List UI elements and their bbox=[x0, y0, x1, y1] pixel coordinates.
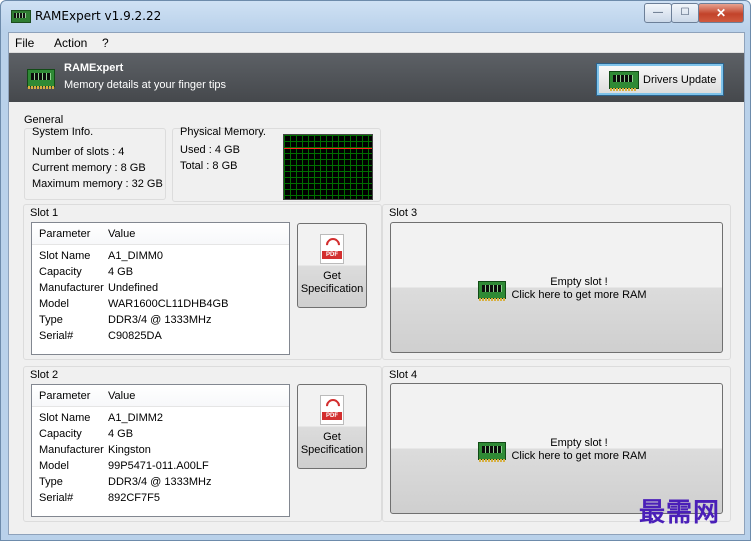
param-capacity: Capacity bbox=[39, 266, 82, 278]
parameter-header[interactable]: Parameter bbox=[39, 390, 90, 402]
slot-2-get-specification-button[interactable]: PDF Get Specification bbox=[297, 384, 367, 469]
memory-usage-graph bbox=[283, 134, 373, 200]
spec-label-line2: Specification bbox=[300, 444, 364, 456]
menu-bar: File Action ? bbox=[9, 33, 744, 53]
param-serial: Serial# bbox=[39, 492, 74, 504]
slot-3-empty-button[interactable]: Empty slot ! Click here to get more RAM bbox=[390, 222, 723, 353]
header-subtitle: Memory details at your finger tips bbox=[64, 79, 227, 91]
memory-used: Used : 4 GB bbox=[180, 144, 240, 156]
maximize-button[interactable]: ☐ bbox=[671, 3, 699, 23]
ram-icon bbox=[478, 281, 506, 301]
memory-usage-line bbox=[284, 148, 372, 149]
param-slot-name: Slot Name bbox=[39, 250, 91, 262]
pdf-badge: PDF bbox=[322, 251, 342, 259]
minimize-button[interactable]: — bbox=[644, 3, 672, 23]
slot-4-empty-text: Empty slot ! Click here to get more RAM bbox=[509, 437, 649, 463]
watermark-logo: 最需网 bbox=[639, 498, 721, 528]
client-area: File Action ? RAMExpert Memory details a… bbox=[8, 32, 745, 535]
value-header[interactable]: Value bbox=[108, 390, 135, 402]
slot-4-label: Slot 4 bbox=[389, 369, 418, 381]
value-manufacturer: Undefined bbox=[108, 282, 159, 294]
window-title: RAMExpert v1.9.2.22 bbox=[35, 9, 162, 23]
memory-total: Total : 8 GB bbox=[180, 160, 238, 172]
drivers-ram-icon bbox=[609, 71, 639, 91]
general-label: General bbox=[24, 114, 64, 126]
value-serial: C90825DA bbox=[108, 330, 162, 342]
slot-3-empty-text: Empty slot ! Click here to get more RAM bbox=[509, 276, 649, 302]
spec-label: Get Specification bbox=[298, 270, 366, 296]
window-controls: — ☐ ✕ bbox=[644, 3, 744, 23]
table-header: Parameter Value bbox=[32, 223, 289, 245]
param-manufacturer: Manufacturer bbox=[39, 444, 104, 456]
param-slot-name: Slot Name bbox=[39, 412, 91, 424]
slot-3-label: Slot 3 bbox=[389, 207, 418, 219]
drivers-update-label: Drivers Update bbox=[643, 74, 717, 86]
value-type: DDR3/4 @ 1333MHz bbox=[108, 476, 212, 488]
system-info-group: System Info. Number of slots : 4 Current… bbox=[24, 126, 166, 200]
pdf-icon: PDF bbox=[320, 234, 344, 264]
slot-2-label: Slot 2 bbox=[30, 369, 59, 381]
pdf-icon: PDF bbox=[320, 395, 344, 425]
value-model: 99P5471-011.A00LF bbox=[108, 460, 209, 472]
param-model: Model bbox=[39, 460, 69, 472]
physical-memory-label: Physical Memory. bbox=[180, 126, 266, 138]
close-button[interactable]: ✕ bbox=[698, 3, 744, 23]
table-header: Parameter Value bbox=[32, 385, 289, 407]
spec-label: Get Specification bbox=[298, 431, 366, 457]
parameter-header[interactable]: Parameter bbox=[39, 228, 90, 240]
value-capacity: 4 GB bbox=[108, 266, 134, 278]
menu-file[interactable]: File bbox=[15, 36, 34, 50]
empty-slot-line2: Click here to get more RAM bbox=[511, 289, 647, 301]
param-manufacturer: Manufacturer bbox=[39, 282, 104, 294]
slots-count: Number of slots : 4 bbox=[32, 146, 125, 158]
app-header: RAMExpert Memory details at your finger … bbox=[9, 53, 744, 102]
system-info-label: System Info. bbox=[32, 126, 94, 138]
param-type: Type bbox=[39, 476, 63, 488]
drivers-update-button[interactable]: Drivers Update bbox=[596, 63, 724, 96]
value-type: DDR3/4 @ 1333MHz bbox=[108, 314, 212, 326]
ram-icon bbox=[478, 442, 506, 462]
title-bar[interactable]: RAMExpert v1.9.2.22 — ☐ ✕ bbox=[1, 1, 750, 31]
header-title: RAMExpert bbox=[64, 62, 124, 74]
app-window: RAMExpert v1.9.2.22 — ☐ ✕ File Action ? … bbox=[0, 0, 751, 541]
value-header[interactable]: Value bbox=[108, 228, 135, 240]
param-model: Model bbox=[39, 298, 69, 310]
spec-label-line1: Get bbox=[323, 431, 341, 443]
spec-label-line1: Get bbox=[323, 270, 341, 282]
slot-1-details-table[interactable]: Parameter Value Slot Name A1_DIMM0 Capac… bbox=[31, 222, 290, 355]
value-slot-name: A1_DIMM0 bbox=[108, 250, 164, 262]
slot-1-label: Slot 1 bbox=[30, 207, 59, 219]
empty-slot-line1: Empty slot ! bbox=[550, 276, 608, 288]
ram-icon bbox=[27, 69, 55, 89]
slot-2-details-table[interactable]: Parameter Value Slot Name A1_DIMM2 Capac… bbox=[31, 384, 290, 517]
menu-action[interactable]: Action bbox=[54, 36, 87, 50]
value-serial: 892CF7F5 bbox=[108, 492, 160, 504]
param-serial: Serial# bbox=[39, 330, 74, 342]
spec-label-line2: Specification bbox=[300, 283, 364, 295]
maximum-memory: Maximum memory : 32 GB bbox=[32, 178, 163, 190]
param-capacity: Capacity bbox=[39, 428, 82, 440]
slot-1-get-specification-button[interactable]: PDF Get Specification bbox=[297, 223, 367, 308]
app-ram-icon bbox=[11, 10, 31, 23]
current-memory: Current memory : 8 GB bbox=[32, 162, 146, 174]
value-capacity: 4 GB bbox=[108, 428, 134, 440]
empty-slot-line1: Empty slot ! bbox=[550, 437, 608, 449]
param-type: Type bbox=[39, 314, 63, 326]
menu-help[interactable]: ? bbox=[102, 36, 109, 50]
empty-slot-line2: Click here to get more RAM bbox=[511, 450, 647, 462]
value-model: WAR1600CL11DHB4GB bbox=[108, 298, 229, 310]
pdf-badge: PDF bbox=[322, 412, 342, 420]
value-manufacturer: Kingston bbox=[108, 444, 151, 456]
value-slot-name: A1_DIMM2 bbox=[108, 412, 164, 424]
